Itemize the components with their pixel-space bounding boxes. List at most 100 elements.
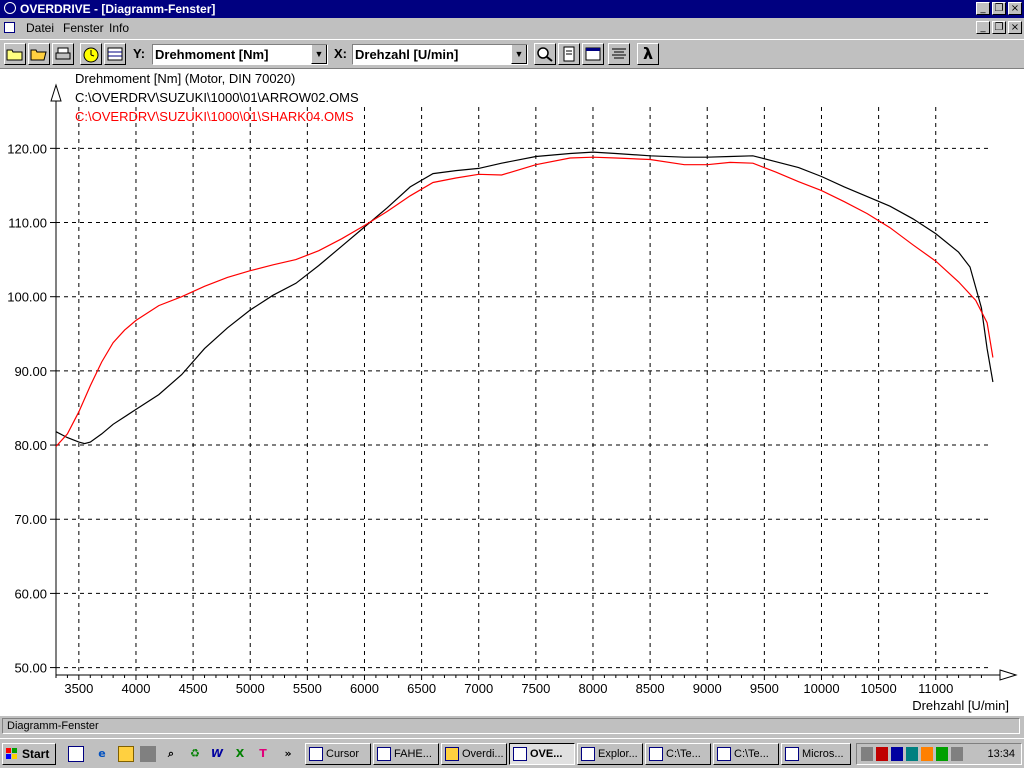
x-tick-label: 7000	[464, 681, 493, 696]
task-overdrive[interactable]: OVE...	[509, 743, 575, 765]
y-tick-label: 60.00	[14, 586, 47, 601]
internet-explorer-icon[interactable]: e	[94, 746, 110, 762]
menu-bar: Datei Fenster Info _ ❐ ×	[0, 18, 1024, 38]
menu-fenster[interactable]: Fenster	[63, 21, 104, 35]
chevron-down-icon[interactable]: ▼	[311, 45, 327, 64]
task-ctemp-2[interactable]: C:\Te...	[713, 743, 779, 765]
taskbar-chevron[interactable]: »	[282, 746, 294, 762]
zoom-icon[interactable]	[534, 43, 556, 65]
y-axis-arrow	[50, 83, 62, 102]
report-icon[interactable]	[558, 43, 580, 65]
task-explorer[interactable]: Explor...	[577, 743, 643, 765]
task-fahe[interactable]: FAHE...	[373, 743, 439, 765]
x-tick-label: 7500	[521, 681, 550, 696]
task-cursor[interactable]: Cursor	[305, 743, 371, 765]
window-title: OVERDRIVE - [Diagramm-Fenster]	[20, 2, 216, 16]
open-folder-icon[interactable]	[4, 43, 26, 65]
open-file-icon[interactable]	[28, 43, 50, 65]
chart-title: Drehmoment [Nm] (Motor, DIN 70020)	[75, 71, 295, 86]
x-tick-label: 5000	[236, 681, 265, 696]
series-layer	[55, 151, 994, 447]
stopwatch-icon[interactable]	[80, 43, 102, 65]
torque-chart[interactable]: 50.00 60.00 70.00 80.00 90.00 100.00 110.00 120…	[0, 69, 1024, 715]
excel-icon[interactable]: X	[232, 746, 248, 762]
restore-button[interactable]: ❐	[992, 2, 1006, 15]
x-axis-select[interactable]: Drehzahl [U/min] ▼	[352, 44, 528, 65]
x-tick-label: 8500	[636, 681, 665, 696]
table-view-icon[interactable]	[104, 43, 126, 65]
overdrive-icon	[513, 747, 527, 761]
t-online-icon[interactable]: T	[255, 746, 271, 762]
x-axis-arrow	[999, 669, 1018, 681]
window-controls: _ ❐ ×	[976, 2, 1022, 15]
x-tick-label: 6000	[350, 681, 379, 696]
x-tick-label: 10000	[803, 681, 839, 696]
desktop-icon[interactable]	[68, 746, 84, 762]
search-icon[interactable]: ⌕	[163, 746, 179, 762]
task-microsoft[interactable]: Micros...	[781, 743, 851, 765]
recycle-icon[interactable]: ♻	[187, 746, 203, 762]
x-axis-label: X:	[334, 46, 347, 61]
word-doc-icon	[377, 747, 391, 761]
title-bar[interactable]: OVERDRIVE - [Diagramm-Fenster] _ ❐ ×	[0, 0, 1024, 18]
y-axis-select[interactable]: Drehmoment [Nm] ▼	[152, 44, 328, 65]
x-tick-label: 6500	[407, 681, 436, 696]
network-icon[interactable]	[140, 746, 156, 762]
document-window-controls: _ ❐ ×	[976, 21, 1022, 34]
x-tick-label: 5500	[293, 681, 322, 696]
clock[interactable]: 13:34	[987, 747, 1015, 761]
x-tick-label: 9500	[750, 681, 779, 696]
windows-logo-icon	[6, 748, 18, 760]
start-button[interactable]: Start	[2, 743, 56, 765]
lambda-icon[interactable]: λ	[637, 43, 659, 65]
minimize-button[interactable]: _	[976, 2, 990, 15]
tray-icon-6[interactable]	[936, 747, 948, 761]
folder-icon[interactable]	[118, 746, 134, 762]
window-icon	[309, 747, 323, 761]
tray-icon-7[interactable]	[951, 747, 963, 761]
overdrive-app-icon[interactable]	[4, 2, 16, 14]
document-icon[interactable]	[4, 22, 15, 33]
tray-icon-5[interactable]	[921, 747, 933, 761]
x-tick-label: 4500	[179, 681, 208, 696]
x-axis-title: Drehzahl [U/min]	[912, 698, 1009, 713]
axes-layer: 50.00 60.00 70.00 80.00 90.00 100.00 110.00 120…	[7, 83, 1018, 696]
close-button[interactable]: ×	[1008, 2, 1022, 15]
x-axis-select-value: Drehzahl [U/min]	[355, 47, 459, 62]
tray-icon-4[interactable]	[906, 747, 918, 761]
chevron-down-icon[interactable]: ▼	[511, 45, 527, 64]
start-label: Start	[22, 747, 50, 761]
window-icon	[717, 747, 731, 761]
toolbar: Y: Drehmoment [Nm] ▼ X: Drehzahl [U/min]…	[0, 39, 1024, 69]
x-tick-label: 4000	[122, 681, 151, 696]
doc-minimize-button[interactable]: _	[976, 21, 990, 34]
doc-close-button[interactable]: ×	[1008, 21, 1022, 34]
print-icon[interactable]	[52, 43, 74, 65]
window-icon	[785, 747, 799, 761]
chart-area[interactable]: 50.00 60.00 70.00 80.00 90.00 100.00 110.00 120…	[0, 69, 1024, 715]
status-text: Diagramm-Fenster	[2, 718, 1020, 734]
x-tick-label: 9000	[693, 681, 722, 696]
window-icon	[649, 747, 663, 761]
task-overdi[interactable]: Overdi...	[441, 743, 507, 765]
doc-restore-button[interactable]: ❐	[992, 21, 1006, 34]
y-tick-label: 110.00	[8, 216, 47, 231]
x-tick-label: 11000	[918, 681, 953, 696]
menu-datei[interactable]: Datei	[26, 21, 54, 35]
series-line-shark04	[55, 156, 994, 447]
settings-dialog-icon[interactable]	[582, 43, 604, 65]
explorer-icon	[581, 747, 595, 761]
task-ctemp-1[interactable]: C:\Te...	[645, 743, 711, 765]
y-tick-label: 70.00	[14, 512, 47, 527]
menu-info[interactable]: Info	[109, 21, 129, 35]
x-tick-label: 8000	[579, 681, 608, 696]
align-text-icon[interactable]	[608, 43, 630, 65]
tray-icon-3[interactable]	[891, 747, 903, 761]
tray-icon-1[interactable]	[861, 747, 873, 761]
x-tick-label: 3500	[64, 681, 93, 696]
legend-entry-arrow: C:\OVERDRV\SUZUKI\1000\01\ARROW02.OMS	[75, 90, 359, 105]
y-tick-label: 50.00	[14, 661, 47, 676]
folder-icon	[445, 747, 459, 761]
tray-icon-2[interactable]	[876, 747, 888, 761]
word-icon[interactable]: W	[209, 746, 225, 762]
